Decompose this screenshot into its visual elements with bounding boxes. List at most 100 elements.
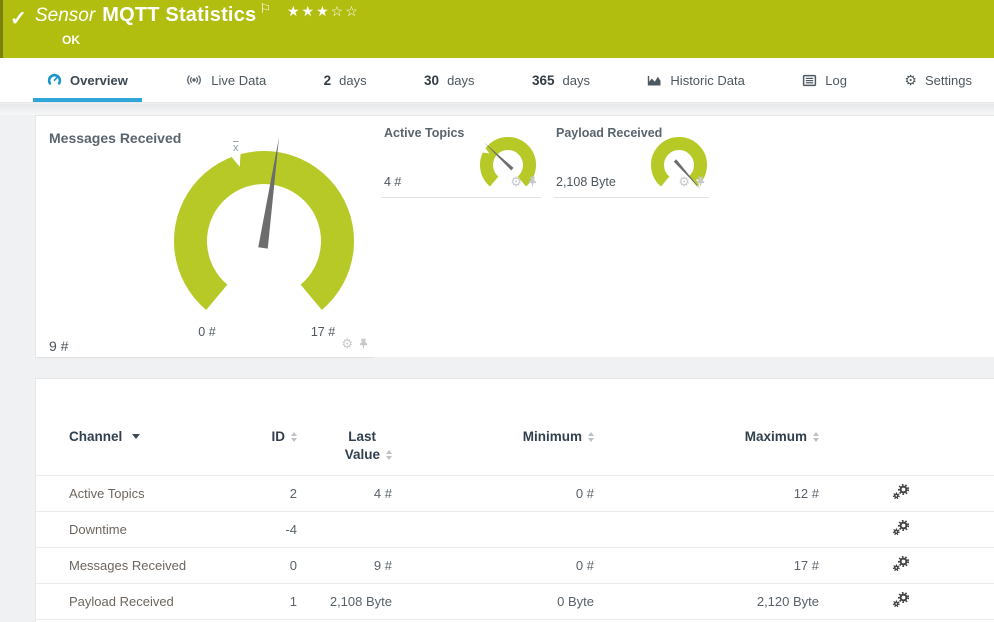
- channel-maximum: 2,120 Byte: [756, 593, 819, 609]
- sort-caret-down-icon: [132, 434, 141, 439]
- gauge-current-value: 4 #: [384, 175, 402, 189]
- tab-log[interactable]: Log: [788, 58, 861, 102]
- tab-shadow-band: [0, 104, 994, 115]
- tab-overview[interactable]: Overview: [33, 58, 142, 102]
- gauge-current-value: 9 #: [49, 338, 69, 354]
- historic-data-icon: [647, 74, 662, 87]
- gauge-max-label: 17 #: [310, 325, 336, 339]
- gear-icon[interactable]: ⚙: [341, 337, 353, 350]
- gauge-min-label: 0 #: [198, 325, 216, 339]
- channel-settings-cell: [819, 475, 983, 511]
- channel-id: 1: [289, 593, 297, 609]
- sort-toggle-icon[interactable]: [291, 431, 297, 442]
- overview-gauge-icon: [47, 73, 62, 87]
- channel-settings-gears-icon[interactable]: [892, 483, 910, 503]
- channel-last-value: [297, 511, 392, 547]
- channel-last-value: 4 #: [373, 485, 392, 501]
- table-row: Active Topics 2 4 # 0 # 12 #: [36, 475, 994, 511]
- tile-tools: ⚙: [678, 175, 706, 188]
- status-ok-check-icon: ✓: [10, 8, 27, 30]
- tab-number: 365: [531, 72, 555, 88]
- channel-settings-gears-icon[interactable]: [892, 591, 910, 611]
- live-data-icon: [185, 73, 203, 87]
- tab-30-days[interactable]: 30 days: [410, 58, 489, 102]
- sort-toggle-icon[interactable]: [813, 431, 819, 442]
- priority-stars[interactable]: ★★★☆☆: [287, 3, 360, 19]
- tab-bar: Overview Live Data 2 days 30 days 365 da…: [0, 58, 994, 103]
- tab-label: Overview: [70, 72, 128, 88]
- channel-minimum: [392, 511, 594, 547]
- tab-label: Live Data: [211, 72, 267, 88]
- tab-historic-data[interactable]: Historic Data: [633, 58, 758, 102]
- sensor-type-label: Sensor: [35, 5, 96, 26]
- average-marker-symbol: x: [233, 142, 239, 154]
- channel-minimum: 0 #: [575, 485, 594, 501]
- channel-id: 2: [289, 485, 297, 501]
- pin-icon[interactable]: [358, 338, 369, 350]
- gauge-current-value: 2,108 Byte: [556, 175, 616, 189]
- log-icon: [802, 74, 817, 87]
- channel-settings-cell: [819, 547, 983, 583]
- column-header-maximum[interactable]: Maximum: [594, 415, 819, 475]
- gear-icon[interactable]: ⚙: [510, 175, 522, 188]
- channel-last-value: 9 #: [373, 557, 392, 573]
- channel-maximum: 12 #: [793, 485, 819, 501]
- messages-received-gauge: [174, 137, 354, 310]
- sort-toggle-icon[interactable]: [588, 431, 594, 442]
- channel-name: Active Topics: [69, 485, 145, 501]
- tab-number: 30: [424, 72, 440, 88]
- column-header-last-value[interactable]: Last Value: [297, 415, 392, 475]
- gauge-title: Active Topics: [384, 126, 465, 140]
- tab-label: Historic Data: [670, 72, 745, 88]
- tile-tools: ⚙: [341, 337, 369, 350]
- prtg-sensor-page: ✓ Sensor MQTT Statistics ⚐ ★★★☆☆ OK Overvie…: [0, 0, 994, 622]
- channel-minimum: 0 Byte: [557, 593, 594, 609]
- sensor-title-line: Sensor MQTT Statistics ⚐ ★★★☆☆: [35, 1, 360, 27]
- gear-icon[interactable]: ⚙: [678, 175, 690, 188]
- channel-minimum: 0 #: [575, 557, 594, 573]
- page-title: MQTT Statistics: [102, 4, 257, 26]
- tab-label: Log: [825, 72, 847, 88]
- channel-settings-gears-icon[interactable]: [892, 555, 910, 575]
- column-header-channel[interactable]: Channel: [36, 415, 262, 475]
- sort-toggle-icon[interactable]: [386, 449, 392, 460]
- pin-icon[interactable]: [695, 176, 706, 188]
- status-badge: OK: [62, 33, 80, 47]
- table-row: Downtime -4: [36, 511, 994, 547]
- gauge-tile-active-topics: Active Topics 4 # ⚙: [381, 116, 541, 198]
- pin-icon[interactable]: [527, 176, 538, 188]
- table-row: Payload Received 1 2,108 Byte 0 Byte 2,1…: [36, 583, 994, 619]
- channel-name: Downtime: [69, 521, 127, 537]
- column-header-id[interactable]: ID: [262, 415, 297, 475]
- settings-gear-icon: ⚙: [904, 72, 917, 88]
- tab-label: days: [562, 72, 590, 88]
- channels-table-card: Channel ID Last Value Minimum Maximum Ac…: [35, 378, 994, 622]
- channel-settings-cell: [819, 583, 983, 619]
- channel-id: -4: [285, 521, 297, 537]
- channels-table: Channel ID Last Value Minimum Maximum Ac…: [36, 415, 994, 620]
- channel-last-value: 2,108 Byte: [329, 593, 392, 609]
- tab-label: days: [339, 72, 367, 88]
- gauge-tile-payload-received: Payload Received 2,108 Byte ⚙: [553, 116, 709, 198]
- tab-365-days[interactable]: 365 days: [518, 58, 604, 102]
- table-row: Messages Received 0 9 # 0 # 17 #: [36, 547, 994, 583]
- stars-empty: ☆☆: [330, 3, 360, 19]
- channel-maximum: 17 #: [793, 557, 819, 573]
- flag-icon[interactable]: ⚐: [259, 1, 271, 16]
- channel-name: Payload Received: [69, 593, 174, 609]
- channel-maximum: [594, 511, 819, 547]
- tab-settings[interactable]: ⚙ Settings: [890, 58, 986, 102]
- table-header-row: Channel ID Last Value Minimum Maximum: [36, 415, 994, 475]
- tab-live-data[interactable]: Live Data: [171, 58, 280, 102]
- channel-settings-cell: [819, 511, 983, 547]
- tile-tools: ⚙: [510, 175, 538, 188]
- tab-number: 2: [323, 72, 332, 88]
- tab-2-days[interactable]: 2 days: [310, 58, 381, 102]
- tab-label: Settings: [924, 72, 972, 88]
- column-header-minimum[interactable]: Minimum: [392, 415, 594, 475]
- channel-id: 0: [289, 557, 297, 573]
- channel-settings-gears-icon[interactable]: [892, 519, 910, 539]
- header-edge-strip: [0, 0, 3, 58]
- sensor-header: ✓ Sensor MQTT Statistics ⚐ ★★★☆☆ OK: [0, 0, 994, 58]
- column-header-settings: [819, 415, 983, 475]
